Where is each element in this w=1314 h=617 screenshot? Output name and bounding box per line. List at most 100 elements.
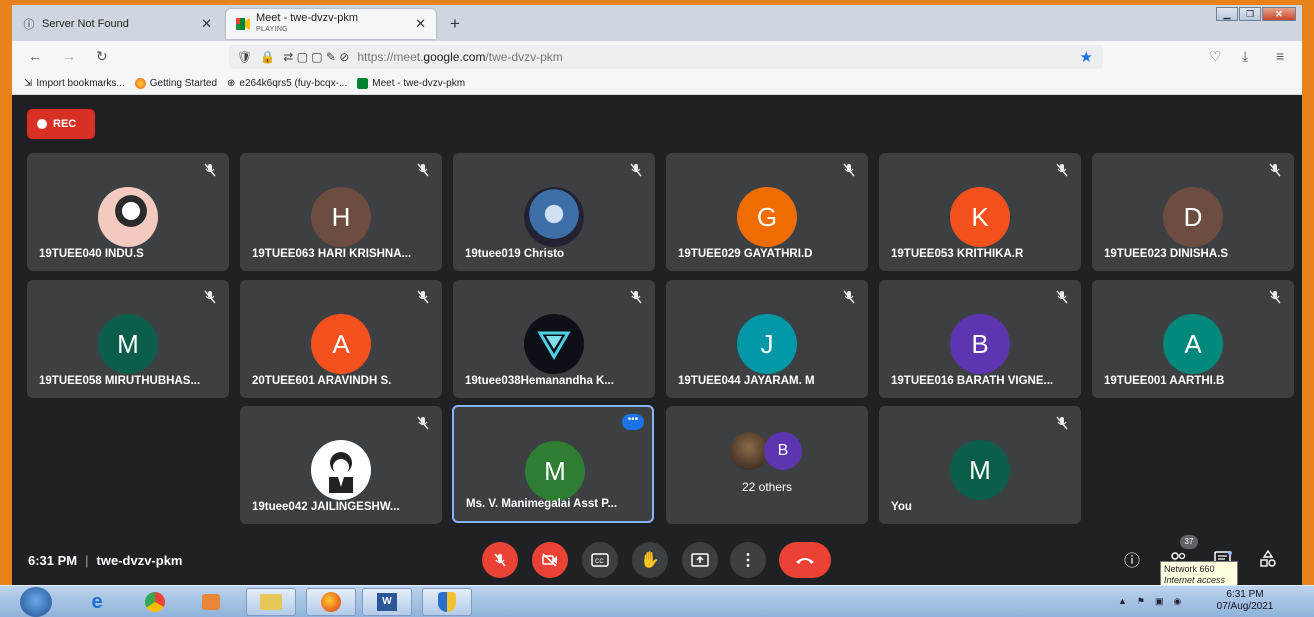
avatar: M	[950, 440, 1010, 500]
mic-off-icon	[494, 553, 506, 567]
permissions-icons[interactable]: ⇄ ▢ ▢ ✎ ⊘	[283, 50, 349, 64]
mic-muted-icon	[203, 163, 217, 177]
browser-tab-bar: ⓘ Server Not Found ✕ Meet - twe-dvzv-pkm…	[12, 5, 1302, 41]
bookmark-import[interactable]: ⇲ Import bookmarks...	[24, 78, 125, 89]
close-tab-icon[interactable]: ✕	[201, 16, 212, 32]
volume-icon[interactable]: ◉	[1174, 596, 1182, 607]
more-options-button[interactable]: ⋮	[730, 542, 766, 578]
tab-meet[interactable]: Meet - twe-dvzv-pkm PLAYING ✕	[226, 9, 436, 39]
reload-icon[interactable]: ↻	[96, 48, 108, 65]
present-screen-button[interactable]	[682, 542, 718, 578]
avatar: M	[98, 314, 158, 374]
ie-taskbar-icon[interactable]: e	[72, 588, 122, 616]
participant-tile[interactable]: H 19TUEE063 HARI KRISHNA...	[240, 153, 442, 271]
clock-time: 6:31 PM	[1226, 589, 1264, 600]
activities-icon	[1260, 550, 1276, 567]
raise-hand-button[interactable]: ✋	[632, 542, 668, 578]
participant-tile[interactable]: A 20TUEE601 ARAVINDH S.	[240, 280, 442, 398]
mic-muted-icon	[629, 163, 643, 177]
avatar	[98, 187, 158, 247]
participant-tile[interactable]: ••• M Ms. V. Manimegalai Asst P...	[452, 405, 654, 523]
meet-logo-icon	[236, 17, 250, 31]
forward-icon[interactable]: →	[62, 48, 76, 64]
new-tab-button[interactable]: +	[450, 14, 460, 34]
mic-muted-icon	[416, 416, 430, 430]
mic-toggle-button[interactable]	[482, 542, 518, 578]
bookmarks-bar: ⇲ Import bookmarks... Getting Started ⊕ e2…	[12, 73, 1302, 95]
globe-icon: ⊕	[227, 78, 236, 89]
captions-button[interactable]: CC	[582, 542, 618, 578]
participant-tile[interactable]: M 19TUEE058 MIRUTHUBHAS...	[27, 280, 229, 398]
restore-button[interactable]: ❐	[1239, 7, 1261, 21]
address-bar[interactable]: 🛡 🔒 ⇄ ▢ ▢ ✎ ⊘ https://meet.google.com/tw…	[229, 45, 1103, 69]
camera-toggle-button[interactable]	[532, 542, 568, 578]
captions-icon: CC	[591, 553, 609, 567]
security-taskbar-icon[interactable]	[422, 588, 472, 616]
avatar	[524, 314, 584, 374]
participant-tile[interactable]: 19tuee019 Christo	[453, 153, 655, 271]
explorer-taskbar-icon[interactable]	[246, 588, 296, 616]
others-tile[interactable]: B 22 others	[666, 406, 868, 524]
word-taskbar-icon[interactable]: W	[362, 588, 412, 616]
camera-off-icon	[542, 553, 557, 567]
participant-tile[interactable]: 19TUEE040 INDU.S	[27, 153, 229, 271]
download-icon[interactable]: ⤓	[1242, 48, 1248, 65]
participant-tile[interactable]: M You	[879, 406, 1081, 524]
firefox-taskbar-icon[interactable]	[306, 588, 356, 616]
participant-name: 20TUEE601 ARAVINDH S.	[252, 375, 392, 387]
participant-tile[interactable]: A 19TUEE001 AARTHI.B	[1092, 280, 1294, 398]
avatar: B	[764, 432, 802, 470]
svg-text:CC: CC	[595, 559, 604, 565]
tab-status: PLAYING	[256, 26, 288, 33]
tab-server-not-found[interactable]: ⓘ Server Not Found ✕	[12, 9, 222, 39]
clock-date: 07/Aug/2021	[1216, 601, 1274, 612]
participant-tile[interactable]: D 19TUEE023 DINISHA.S	[1092, 153, 1294, 271]
participant-name: You	[891, 501, 912, 513]
lock-icon[interactable]: 🔒	[260, 50, 275, 64]
close-window-button[interactable]: ✕	[1262, 7, 1296, 21]
participant-tile[interactable]: 19tuee038Hemanandha K...	[453, 280, 655, 398]
back-icon[interactable]: ←	[28, 48, 42, 64]
leave-call-button[interactable]	[779, 542, 831, 578]
participant-tile[interactable]: K 19TUEE053 KRITHIKA.R	[879, 153, 1081, 271]
mic-muted-icon	[1055, 163, 1069, 177]
bookmark-meet[interactable]: Meet - twe-dvzv-pkm	[357, 78, 465, 89]
bookmark-star-icon[interactable]: ★	[1080, 48, 1093, 66]
participant-name: 19TUEE040 INDU.S	[39, 248, 144, 260]
close-tab-icon[interactable]: ✕	[415, 16, 426, 32]
activities-button[interactable]	[1256, 547, 1280, 571]
meeting-code: twe-dvzv-pkm	[96, 553, 183, 568]
bookmark-e264[interactable]: ⊕ e264k6qrs5 (fuy-bcqx-...	[227, 78, 347, 89]
participant-name: 19TUEE053 KRITHIKA.R	[891, 248, 1024, 260]
shield-icon[interactable]: 🛡	[237, 50, 252, 64]
bookmark-getting-started[interactable]: Getting Started	[134, 78, 217, 89]
people-count-badge: 37	[1180, 535, 1198, 549]
present-icon	[691, 553, 709, 567]
tray-arrow-icon[interactable]: ▲	[1118, 596, 1127, 607]
pocket-icon[interactable]: ♡	[1209, 48, 1222, 65]
chrome-taskbar-icon[interactable]	[130, 588, 180, 616]
participant-tile[interactable]: J 19TUEE044 JAYARAM. M	[666, 280, 868, 398]
participant-tile[interactable]: 19tuee042 JAILINGESHW...	[240, 406, 442, 524]
menu-icon[interactable]: ≡	[1276, 48, 1284, 64]
taskbar-clock[interactable]: 6:31 PM 07/Aug/2021	[1210, 589, 1280, 613]
window-controls: ▁ ❐ ✕	[1216, 7, 1296, 21]
start-button[interactable]	[20, 587, 52, 617]
recording-indicator[interactable]: REC	[27, 109, 95, 139]
system-tray[interactable]: ▲ ⚑ ▣ ◉	[1118, 596, 1181, 607]
minimize-button[interactable]: ▁	[1216, 7, 1238, 21]
more-options-icon[interactable]: •••	[622, 414, 644, 430]
tooltip-title: Network 660	[1164, 564, 1215, 574]
media-player-taskbar-icon[interactable]	[186, 588, 236, 616]
meeting-details-button[interactable]: ⓘ	[1120, 547, 1144, 571]
participant-name: 19tuee019 Christo	[465, 248, 565, 260]
network-icon[interactable]: ▣	[1155, 596, 1164, 607]
record-dot-icon	[37, 119, 47, 129]
meeting-controls-bar: 6:31 PM | twe-dvzv-pkm CC ✋ ⋮ ⓘ	[12, 537, 1302, 583]
participant-tile[interactable]: B 19TUEE016 BARATH VIGNE...	[879, 280, 1081, 398]
mic-muted-icon	[416, 163, 430, 177]
mic-muted-icon	[1268, 290, 1282, 304]
avatar	[524, 187, 584, 247]
participant-tile[interactable]: G 19TUEE029 GAYATHRI.D	[666, 153, 868, 271]
action-center-icon[interactable]: ⚑	[1137, 596, 1145, 607]
